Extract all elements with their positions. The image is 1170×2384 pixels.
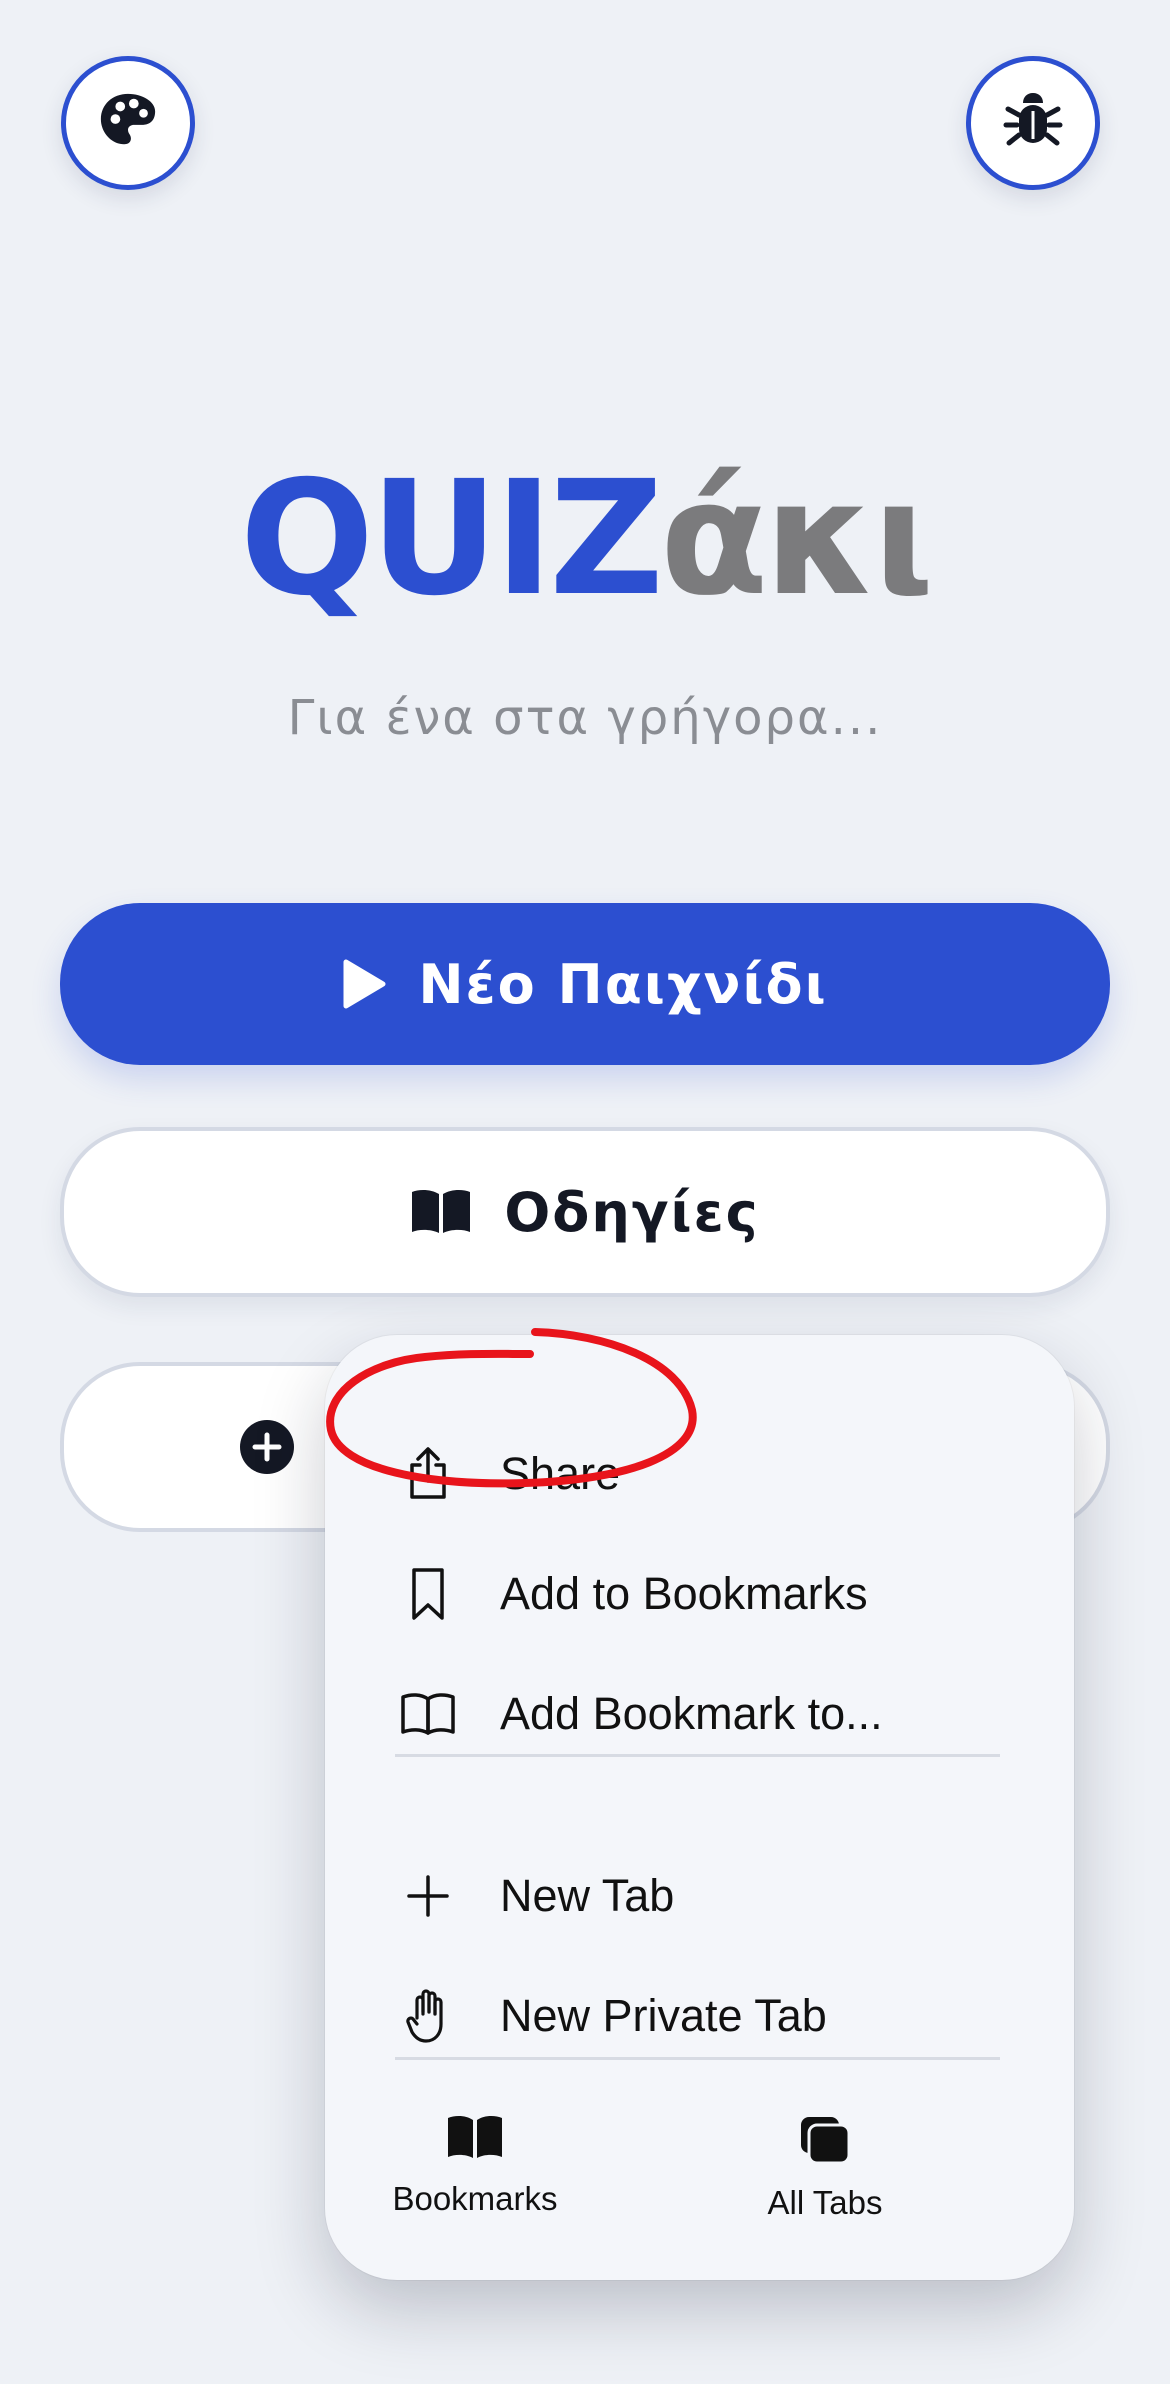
app-logo: QUIZάκι xyxy=(0,460,1170,618)
share-icon xyxy=(397,1443,459,1505)
logo-aki: άκι xyxy=(659,447,934,631)
bug-icon xyxy=(1001,89,1065,158)
instructions-label: Οδηγίες xyxy=(504,1180,760,1244)
menu-item-label: Add to Bookmarks xyxy=(500,1568,868,1619)
logo-quiz: QUIZ xyxy=(239,447,664,631)
tagline: Για ένα στα γρήγορα... xyxy=(287,690,883,746)
new-game-button[interactable]: Νέο Παιχνίδι xyxy=(60,903,1110,1065)
plus-circle-icon xyxy=(240,1420,294,1474)
play-icon xyxy=(343,959,386,1009)
menu-item-label: Add Bookmark to... xyxy=(500,1688,883,1739)
book-icon xyxy=(412,1189,471,1233)
menu-separator xyxy=(395,1754,1000,1757)
menu-separator xyxy=(395,2057,1000,2060)
instructions-button[interactable]: Οδηγίες xyxy=(60,1127,1110,1297)
menu-item-label: New Private Tab xyxy=(500,1990,827,2041)
open-book-icon xyxy=(397,1683,459,1745)
all-tabs-button[interactable]: All Tabs xyxy=(675,2115,975,2222)
menu-item-new-tab[interactable]: New Tab xyxy=(325,1846,1074,1946)
menu-item-add-bookmark-to[interactable]: Add Bookmark to... xyxy=(325,1664,1074,1764)
menu-item-share[interactable]: Share xyxy=(325,1424,1074,1524)
menu-item-new-private-tab[interactable]: New Private Tab xyxy=(325,1966,1074,2066)
hand-icon xyxy=(397,1985,459,2047)
new-game-label: Νέο Παιχνίδι xyxy=(418,952,828,1016)
bookmarks-label: Bookmarks xyxy=(392,2180,558,2217)
all-tabs-label: All Tabs xyxy=(767,2184,883,2221)
bookmark-icon xyxy=(397,1563,459,1625)
palette-icon xyxy=(97,90,159,157)
plus-icon xyxy=(397,1865,459,1927)
menu-item-label: Share xyxy=(500,1448,621,1499)
theme-button[interactable] xyxy=(61,56,195,190)
bookmarks-icon xyxy=(446,2115,504,2165)
menu-item-add-to-bookmarks[interactable]: Add to Bookmarks xyxy=(325,1544,1074,1644)
bookmarks-button[interactable]: Bookmarks xyxy=(325,2115,625,2218)
browser-context-menu: Share Add to Bookmarks Add Bookmark to..… xyxy=(325,1335,1074,2280)
menu-item-label: New Tab xyxy=(500,1870,675,1921)
tabs-icon xyxy=(799,2117,851,2169)
debug-button[interactable] xyxy=(966,56,1100,190)
